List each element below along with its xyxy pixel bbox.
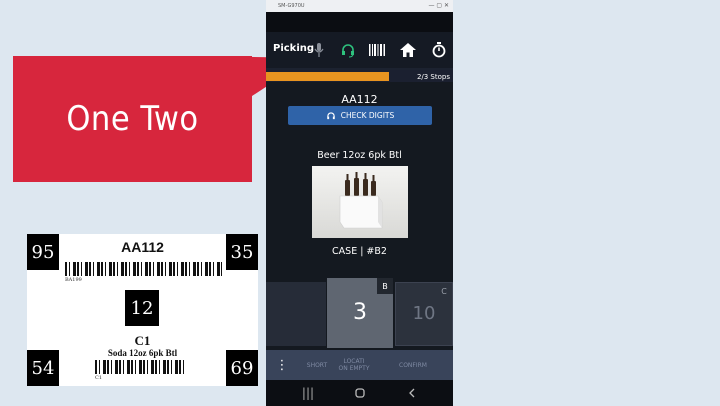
check-digits-box: 12	[125, 290, 159, 326]
quantity-tile-previous[interactable]	[266, 282, 326, 346]
mic-icon[interactable]	[310, 41, 328, 59]
location-label-card: 95 35 54 69 AA112 BA199 12 C1 Soda 12oz …	[27, 234, 258, 386]
headset-icon[interactable]	[339, 41, 357, 59]
back-icon[interactable]	[392, 380, 432, 406]
label-item-location: C1	[134, 333, 151, 348]
phone-screen: SM-G970U — ▢ ✕ Picking 2/3 Stops AA112 C…	[266, 0, 453, 406]
confirm-button[interactable]: CONFIRM	[378, 350, 448, 380]
headset-icon	[326, 111, 335, 119]
window-controls[interactable]: — ▢ ✕	[428, 0, 449, 12]
product-image	[312, 166, 408, 238]
home-nav-icon[interactable]	[340, 380, 380, 406]
product-name: Beer 12oz 6pk Btl	[317, 150, 402, 161]
home-icon[interactable]	[399, 41, 417, 59]
status-bar	[266, 12, 453, 32]
stops-progress-label: 2/3 Stops	[416, 73, 450, 81]
android-nav-bar: |||	[266, 380, 453, 406]
timer-icon[interactable]	[430, 41, 448, 59]
more-menu-button[interactable]: ⋮	[270, 350, 294, 380]
app-bar: Picking	[266, 32, 453, 68]
label-location-code: AA112	[121, 239, 164, 255]
window-title: SM-G970U	[278, 3, 305, 9]
recents-icon[interactable]: |||	[288, 380, 328, 406]
short-button[interactable]: SHORT	[300, 350, 334, 380]
check-digits-label: CHECK DIGITS	[340, 111, 395, 120]
quantity-tile-current[interactable]: B 3	[327, 278, 393, 348]
top-barcode	[65, 262, 222, 276]
app-title: Picking	[273, 43, 315, 54]
stops-progress-fill	[266, 72, 389, 81]
tile-badge: B	[377, 278, 393, 294]
action-bar: ⋮ SHORT LOCATI ON EMPTY CONFIRM	[266, 350, 453, 380]
bottom-barcode	[95, 360, 187, 374]
top-barcode-caption: BA199	[65, 277, 82, 283]
tile-quantity: 3	[353, 300, 367, 325]
tile-badge: C	[436, 283, 452, 299]
quantity-tile-next[interactable]: C 10	[395, 282, 453, 346]
location-empty-button[interactable]: LOCATI ON EMPTY	[338, 350, 370, 380]
check-digits-button[interactable]: CHECK DIGITS	[288, 106, 432, 125]
label-item-description: Soda 12oz 6pk Btl	[107, 348, 178, 358]
barcode-icon[interactable]	[368, 41, 386, 59]
tile-quantity: 10	[412, 303, 436, 324]
window-titlebar: SM-G970U	[266, 0, 453, 12]
case-info: CASE | #B2	[332, 246, 387, 257]
bottom-barcode-caption: C1	[95, 375, 103, 381]
location-code: AA112	[341, 93, 378, 106]
callout-text: One Two	[66, 99, 199, 139]
